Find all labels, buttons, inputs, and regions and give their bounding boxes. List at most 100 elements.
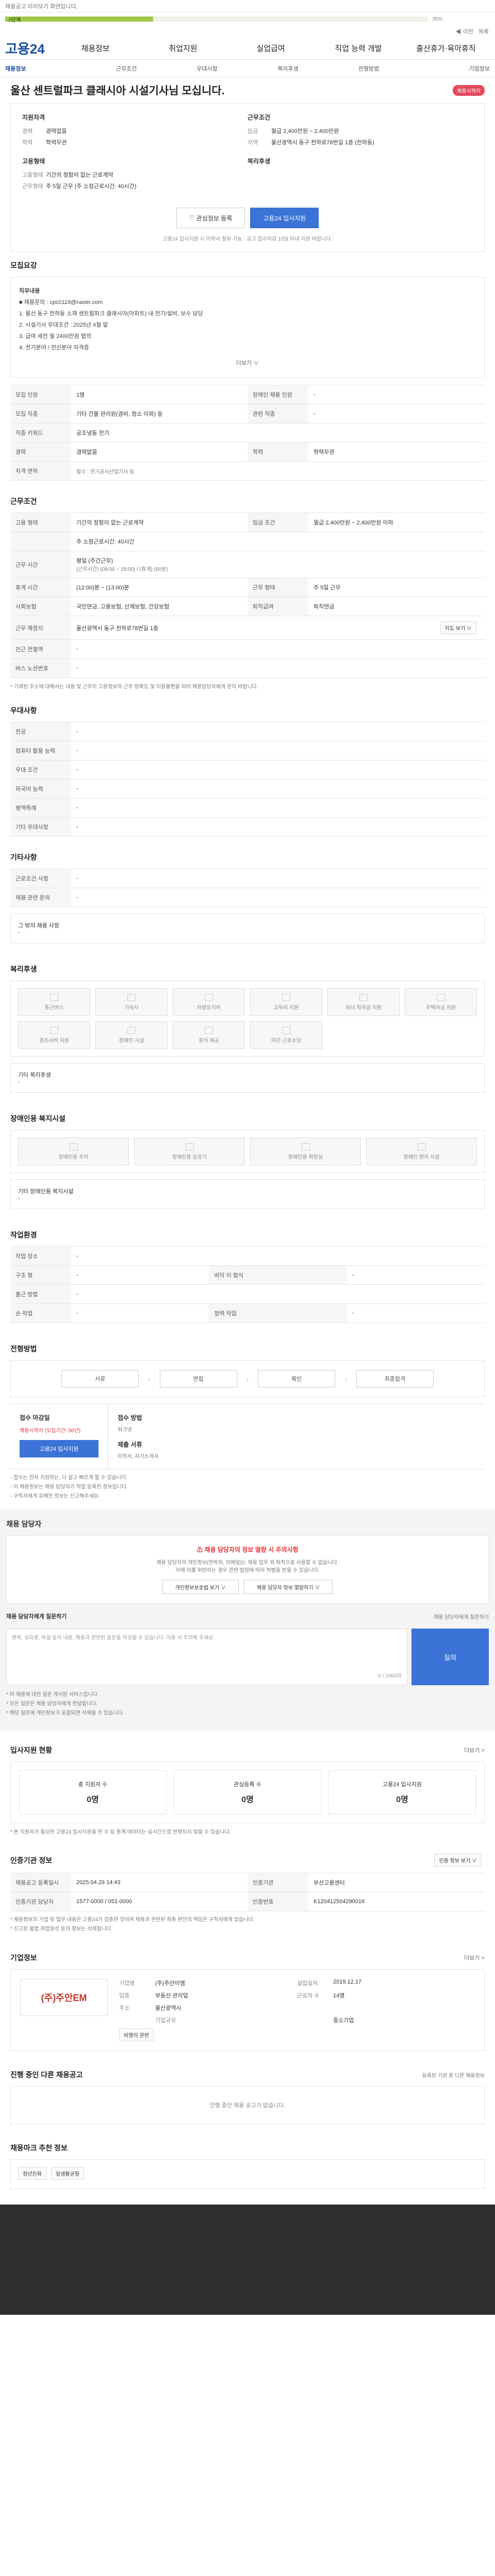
progress-step: 1단계 [8,18,21,23]
pref-table: 전공 - 컴퓨터 활용 능력 - 우대 조건 - 외국어 능력 - 병역특례 - 기타 우… [10,722,485,837]
company-box: (주)주안EM 기업명 (주)주안이엠 설립일자 2019.12.17 업종 부동산 관… [10,1969,485,2051]
apply-note: 고용24 입사지원 시 이력서 첨부 가능 · 공고 접수마감 10일 이내 지… [162,236,333,242]
welfare-item: 교육비 지원 [250,988,322,1016]
moon-icon [282,1026,290,1034]
disabled-section: 장애인용 복지시설 장애인용 주차 장애인용 승강기 장애인용 화장실 장애인 … [4,1093,491,1209]
welfare-item: 장애인 시설 [95,1021,168,1049]
cert-section: 채용마크 추천 정보 청년친화 일생활균형 [4,2124,491,2189]
other-jobs-section: 진행 중인 다른 채용공고 등록된 기관 중 다른 채용정보 진행 중인 채용 공… [4,2051,491,2124]
agency-table: 채용공고 등록일시 2025.04.29 14:43 인증기관 부산고용센터 인증기관… [10,1873,485,1911]
home-icon [437,993,445,1001]
etc-table: 근로조건 사항 - 채용 관련 문의 - [10,869,485,907]
book-icon [282,993,290,1001]
summary-conditions: 근무조건 임금 월급 2,400만원 ~ 2,400만원 지역 울산광역시 동구 전… [248,114,374,146]
section-nav: 채용정보 근무조건 우대사항 복리후생 전형방법 기업정보 [0,60,495,77]
child-icon [359,993,368,1001]
global-nav: 고용24 채용정보 취업지원 실업급여 직업 능력 개발 출산휴가·육아휴직 [0,37,495,60]
gift-icon [50,1026,58,1034]
heart-icon: ♡ [189,214,196,222]
house-icon [127,993,136,1001]
snb-item-welfare[interactable]: 복리후생 [248,64,328,73]
scrap-button[interactable]: ♡ 관심정보 등록 [176,208,245,228]
back-bar: ◀ 이전 목록 [0,26,495,37]
progress-track: 1단계 [5,16,428,23]
snb-item-company[interactable]: 기업정보 [409,64,490,73]
summary-qualification: 지원자격 경력 경력없음 학력 학력무관 [22,114,67,146]
deadline-badge: 채용시까지 [453,84,485,96]
disabled-item: 장애인용 주차 [18,1138,129,1165]
prev-link[interactable]: ◀ 이전 [455,27,473,36]
list-link[interactable]: 목록 [478,27,489,36]
env-table: 작업 장소 - 구조 형 - 바닥 이 형식 - 출근 방법 - 손 작업 - 청력 작업 - [10,1246,485,1323]
process-step: 확인 [258,1370,336,1387]
other-jobs-empty: 진행 중인 채용 공고가 없습니다. [10,2086,485,2124]
apply-button[interactable]: 고용24 입사지원 [250,208,319,228]
gnb-item-support[interactable]: 취업지원 [139,43,227,54]
company-logo: (주)주안EM [20,1979,108,2016]
manager-section: 채용 담당자 ⚠ 채용 담당자의 정보 열람 시 주의사항 채용 담당자의 개인… [0,1510,495,1731]
cert-box: 청년친화 일생활균형 [10,2159,485,2189]
gnb-item-benefit[interactable]: 실업급여 [227,43,315,54]
snb-item-job[interactable]: 채용정보 [5,64,86,73]
arrow-right-icon: › [344,1375,347,1383]
manager-box: ⚠ 채용 담당자의 정보 열람 시 주의사항 채용 담당자의 개인정보(연락처,… [6,1535,489,1604]
license-note: 필수 : 전기공사산업기사 등 [76,469,135,475]
page-title: 울산 센트럴파크 클래시아 시설기사님 모십니다. [10,85,225,97]
company-more-link[interactable]: 더보기 > [464,1954,485,1962]
job-section: 모집요강 직무내용 ■ 채용문의 : cpc0119@naver.com 1. … [4,252,491,481]
snb-item-process[interactable]: 전형방법 [328,64,409,73]
welfare-section: 복리후생 통근버스 기숙사 차량유지비 교육비 지원 자녀 학자금 지원 주택자… [4,943,491,1093]
deadline-text: 채용시까지 (모집기간: 30년) [20,1428,81,1434]
welfare-item: 주택자금 지원 [405,988,477,1016]
agency-section: 인증기관 정보 인증 정보 보기 ∨ 채용공고 등록일시 2025.04.29 14… [4,1835,491,1934]
disabled-grid: 장애인용 주차 장애인용 승강기 장애인용 화장실 장애인 편의 시설 [10,1130,485,1173]
arrow-right-icon: › [147,1375,151,1383]
company-info: 기업명 (주)주안이엠 설립일자 2019.12.17 업종 부동산 관리업 근로자 수1… [119,1979,475,2041]
more-button[interactable]: 더보기 ∨ [19,358,476,369]
wheelchair-icon [127,1026,136,1034]
site-footer [0,2205,495,2315]
apply-notes: - 접수는 전자 지원하는, 더 쉽고 빠르게 할 수 있습니다. - 이 채용… [10,1475,128,1499]
gnb-item-leave[interactable]: 출산휴가·육아휴직 [402,43,490,54]
stat-apply24: 고용24 입사지원 0명 [328,1770,476,1815]
disabled-item: 장애인용 승강기 [134,1138,245,1165]
agency-notes: * 채용정보의 기업 및 업무 내용은 고용24가 검증한 것이며 채용과 관련… [10,1917,255,1932]
status-stats: 총 지원자 수 0명 관심등록 수 0명 고용24 입사지원 0명 [10,1761,485,1823]
warning-icon: ⚠ [196,1546,205,1553]
summary-box: 지원자격 경력 경력없음 학력 학력무관 근무조건 임금 월급 2,400만원 ~ 2… [10,103,485,252]
map-button[interactable]: 지도 보기 ∨ [440,621,476,634]
work-table: 고용 형태 기간의 정함이 없는 근로계약 임금 조건 월급 2,400만원 ~ 2,… [10,513,485,678]
wheelchair-icon [417,1143,426,1150]
toilet-icon [301,1143,310,1150]
arrow-right-icon: › [246,1375,249,1383]
privacy-law-button[interactable]: 개인정보보호법 보기 ∨ [162,1580,239,1594]
process-section: 전형방법 서류 › 면접 › 확인 › 최종합격 접수 마감일 채용시까지 (모집기간… [4,1323,491,1501]
apply-button-2[interactable]: 고용24 입사지원 [20,1440,98,1458]
job-description: 직무내용 ■ 채용문의 : cpc0119@naver.com 1. 울산 동구… [10,277,485,378]
gnb-item-jobs[interactable]: 채용정보 [52,43,139,54]
snb-item-work[interactable]: 근무조건 [86,64,167,73]
company-section: 기업정보 더보기 > (주)주안EM 기업명 (주)주안이엠 설립일자 2019.12.… [4,1934,491,2051]
gnb-item-training[interactable]: 직업 능력 개발 [315,43,402,54]
process-step: 서류 [61,1370,139,1387]
car-icon [205,993,213,1001]
qa-input[interactable]: 연락, 성희롱, 욕설 등의 내용, 채용과 관련된 질문을 작성할 수 있습니… [6,1629,407,1685]
status-more-link[interactable]: 더보기 > [464,1746,485,1754]
welfare-item: 기숙사 [95,988,168,1016]
welfare-other: 기타 복리후생 - [10,1063,485,1093]
progress-bar: 1단계 35% [0,12,495,26]
welfare-item: 중식 제공 [173,1021,245,1049]
welfare-item: 자녀 학자금 지원 [327,988,400,1016]
qa-submit-button[interactable]: 질의 [411,1629,489,1685]
cert-tag: 일생활균형 [51,2167,84,2180]
top-notice: 채용공고 미리보기 화면입니다. [0,0,495,12]
agency-info-button[interactable]: 인증 정보 보기 ∨ [434,1854,482,1867]
snb-item-pref[interactable]: 우대사항 [167,64,248,73]
status-note: * 본 지원자가 필요한 고용24 입사지원을 한 수 등 통계 데이터는 실시… [10,1829,231,1835]
etc-other: 그 밖의 채용 사항 - [10,913,485,943]
view-manager-button[interactable]: 채용 담당자 정보 열람하기 ∨ [244,1580,333,1594]
meal-icon [205,1026,213,1034]
qa-notes: * 이 채용에 대한 질문 게시판 서비스입니다. * 모든 질문은 채용 담당… [6,1692,124,1716]
site-logo[interactable]: 고용24 [5,39,52,58]
qa-counter: 0 / 1000자 [378,1673,402,1679]
